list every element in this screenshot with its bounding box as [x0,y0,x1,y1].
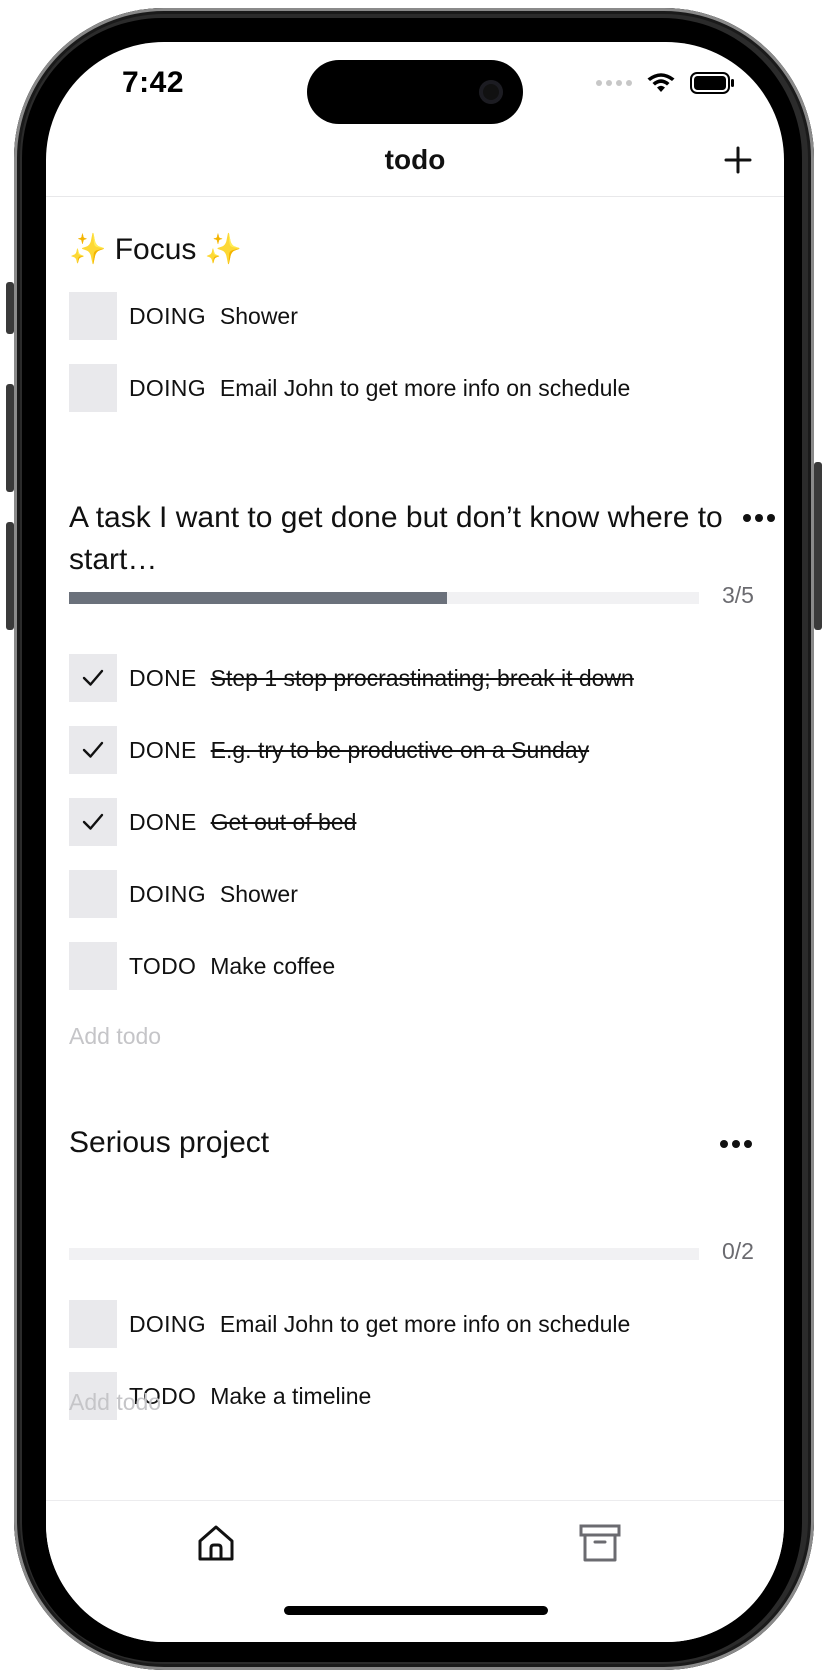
checkmark-icon [82,813,104,830]
list-item[interactable]: DOING Shower [69,292,298,340]
list-item[interactable]: DOING Email John to get more info on sch… [69,1300,630,1348]
task-text: Step 1 stop procrastinating; break it do… [210,664,634,691]
more-options-button[interactable] [720,1129,752,1159]
screen: 7:42 todo ✨ Focus ✨ DOING Shower DOING E… [46,42,784,1642]
checkbox[interactable] [69,726,117,774]
tab-archive[interactable] [578,1521,622,1570]
task-text: Email John to get more info on schedule [219,1310,631,1337]
project-title: A task I want to get done but don’t know… [69,501,723,576]
status-label: TODO [129,952,197,979]
status-label: DOING [129,880,206,907]
progress-count: 0/2 [722,1238,754,1264]
task-text: Make a timeline [210,1382,372,1409]
progress-count: 3/5 [722,582,754,608]
project-title: Serious project [69,1126,270,1159]
status-label: DOING [129,1310,206,1337]
wifi-icon [647,73,675,92]
list-item[interactable]: DOING Shower [69,870,298,918]
progress-bar [69,1248,699,1260]
status-label: DONE [129,664,197,691]
tab-bar [46,1500,784,1642]
task-text: Make coffee [210,952,336,979]
battery-icon [690,72,734,94]
status-label: DONE [129,736,197,763]
checkbox[interactable] [69,654,117,702]
status-time: 7:42 [122,66,185,99]
home-icon [198,1525,234,1561]
checkbox[interactable] [69,364,117,412]
home-indicator [284,1606,548,1615]
page-title: todo [384,144,446,175]
add-todo-input[interactable]: Add todo [69,1023,161,1050]
checkbox[interactable] [69,798,117,846]
status-label: DOING [129,374,206,401]
checkmark-icon [82,669,104,686]
progress-bar [69,592,699,604]
focus-title: ✨ Focus ✨ [69,233,243,266]
add-button[interactable] [716,138,760,182]
list-item[interactable]: TODO Make coffee [69,942,335,990]
tab-home[interactable] [194,1521,238,1570]
progress-fill [69,592,447,604]
status-label: DOING [129,302,206,329]
nav-bar: todo [46,134,784,197]
checkbox[interactable] [69,292,117,340]
volume-down-button [6,522,14,630]
status-label: DONE [129,808,197,835]
task-text: Email John to get more info on schedule [219,374,631,401]
checkbox[interactable] [69,942,117,990]
dynamic-island [307,60,523,124]
cellular-signal-icon [596,80,632,86]
power-button [814,462,822,630]
list-item[interactable]: DONE Step 1 stop procrastinating; break … [69,654,634,702]
plus-icon [724,146,752,174]
list-item[interactable]: DOING Email John to get more info on sch… [69,364,630,412]
action-button [6,282,14,334]
archive-icon [579,1524,621,1562]
add-todo-input[interactable]: Add todo [69,1389,161,1416]
checkmark-icon [82,741,104,758]
checkbox[interactable] [69,870,117,918]
camera-icon [479,80,503,104]
volume-up-button [6,384,14,492]
list-item[interactable]: DONE Get out of bed [69,798,356,846]
more-options-button[interactable] [743,503,775,533]
task-text: Shower [219,302,298,329]
checkbox[interactable] [69,1300,117,1348]
task-text: Shower [219,880,298,907]
list-item[interactable]: DONE E.g. try to be productive on a Sund… [69,726,589,774]
task-text: E.g. try to be productive on a Sunday [210,736,590,763]
task-text: Get out of bed [210,808,357,835]
status-icons [596,72,736,94]
